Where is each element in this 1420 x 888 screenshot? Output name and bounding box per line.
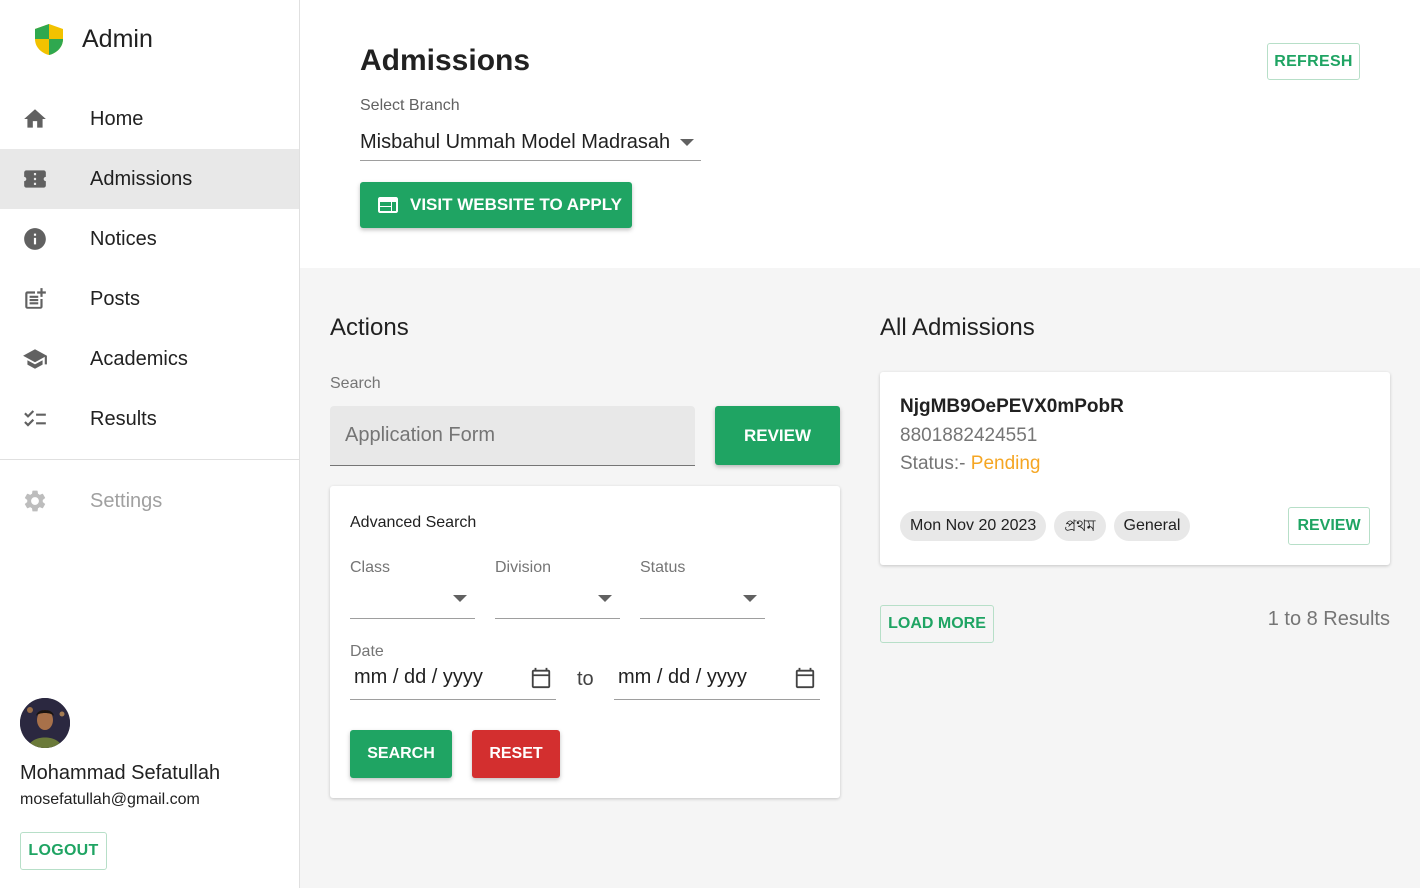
calendar-icon[interactable] — [794, 667, 816, 689]
sidebar-divider — [0, 459, 299, 460]
gear-icon — [22, 488, 48, 514]
brand-title: Admin — [82, 24, 153, 53]
sidebar-item-label: Results — [90, 407, 157, 430]
division-label: Division — [495, 559, 552, 576]
admission-review-button[interactable]: REVIEW — [1288, 507, 1370, 545]
admission-status: Status:- Pending — [900, 453, 1041, 475]
branch-select-value: Misbahul Ummah Model Madrasah — [360, 130, 671, 153]
user-profile: Mohammad Sefatullah mosefatullah@gmail.c… — [20, 698, 220, 809]
actions-title: Actions — [330, 314, 409, 341]
load-more-button[interactable]: LOAD MORE — [880, 605, 994, 643]
advanced-search-card: Advanced Search Class Division Status Da… — [330, 486, 840, 798]
page-header: Admissions REFRESH Select Branch Misbahu… — [300, 0, 1420, 268]
sidebar-nav: Home Admissions Notices Posts Academics — [0, 89, 299, 531]
user-email: mosefatullah@gmail.com — [20, 791, 200, 808]
sidebar-item-posts[interactable]: Posts — [0, 269, 299, 329]
date-from-value: mm / dd / yyyy — [354, 666, 483, 688]
visit-website-button[interactable]: VISIT WEBSITE TO APPLY — [360, 182, 632, 228]
date-to-input[interactable]: mm / dd / yyyy — [614, 656, 820, 700]
division-select[interactable] — [495, 579, 620, 619]
school-icon — [22, 346, 48, 372]
checklist-icon — [22, 406, 48, 432]
sidebar-item-academics[interactable]: Academics — [0, 329, 299, 389]
class-chip: প্রথম — [1054, 511, 1106, 541]
chevron-down-icon — [598, 595, 612, 602]
calendar-icon[interactable] — [530, 667, 552, 689]
info-icon — [22, 226, 48, 252]
admission-id: NjgMB9OePEVX0mPobR — [900, 396, 1124, 417]
post-add-icon — [22, 286, 48, 312]
ticket-icon — [22, 166, 48, 192]
date-chip: Mon Nov 20 2023 — [900, 511, 1047, 541]
reset-button[interactable]: RESET — [472, 730, 560, 778]
date-to-value: mm / dd / yyyy — [618, 666, 747, 688]
sidebar-item-label: Settings — [90, 489, 163, 512]
status-select[interactable] — [640, 579, 765, 619]
sidebar-item-admissions[interactable]: Admissions — [0, 149, 299, 209]
shield-logo-icon — [35, 24, 63, 55]
status-label: Status — [640, 559, 686, 576]
sidebar-item-label: Home — [90, 107, 144, 130]
home-icon — [22, 106, 48, 132]
web-icon — [378, 197, 398, 213]
sidebar-item-label: Notices — [90, 227, 157, 250]
brand: Admin — [32, 22, 153, 56]
admission-phone: 8801882424551 — [900, 425, 1038, 446]
review-button[interactable]: REVIEW — [715, 406, 840, 465]
sidebar-item-notices[interactable]: Notices — [0, 209, 299, 269]
refresh-button[interactable]: REFRESH — [1267, 43, 1360, 80]
search-label: Search — [330, 375, 381, 392]
status-prefix: Status:- — [900, 453, 966, 474]
page-title: Admissions — [360, 44, 531, 77]
advanced-search-title: Advanced Search — [350, 514, 477, 531]
date-from-input[interactable]: mm / dd / yyyy — [350, 656, 556, 700]
logout-button[interactable]: LOGOUT — [20, 832, 107, 870]
sidebar: Admin Home Admissions Notices Posts Acad… — [0, 0, 300, 888]
user-name: Mohammad Sefatullah — [20, 762, 221, 784]
class-select[interactable] — [350, 579, 475, 619]
chevron-down-icon — [680, 138, 695, 146]
admission-chips: Mon Nov 20 2023 প্রথম General — [900, 511, 1191, 541]
division-chip: General — [1113, 511, 1191, 541]
sidebar-item-label: Academics — [90, 347, 188, 370]
date-range-separator: to — [577, 668, 594, 690]
visit-website-label: VISIT WEBSITE TO APPLY — [410, 195, 622, 214]
admission-card: NjgMB9OePEVX0mPobR 8801882424551 Status:… — [880, 372, 1390, 565]
search-button[interactable]: SEARCH — [350, 730, 452, 778]
branch-select-label: Select Branch — [360, 97, 460, 114]
chevron-down-icon — [743, 595, 757, 602]
results-count: 1 to 8 Results — [1267, 608, 1390, 630]
branch-select[interactable]: Misbahul Ummah Model Madrasah — [360, 124, 701, 161]
sidebar-item-results[interactable]: Results — [0, 389, 299, 449]
status-badge: Pending — [970, 453, 1041, 474]
chevron-down-icon — [453, 595, 467, 602]
all-admissions-title: All Admissions — [880, 314, 1035, 341]
sidebar-item-settings[interactable]: Settings — [0, 471, 299, 531]
sidebar-item-home[interactable]: Home — [0, 89, 299, 149]
class-label: Class — [350, 559, 391, 576]
sidebar-item-label: Posts — [90, 287, 141, 310]
avatar — [20, 698, 70, 748]
sidebar-item-label: Admissions — [90, 167, 193, 190]
search-input[interactable] — [330, 406, 695, 466]
